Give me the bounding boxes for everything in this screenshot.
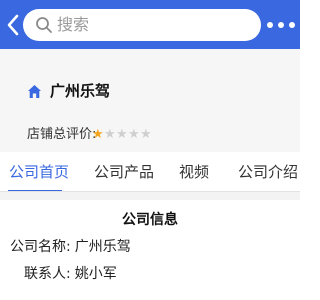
- star-icon: ★: [104, 127, 116, 142]
- info-value: 姚小军: [74, 266, 117, 282]
- more-dot: [289, 22, 295, 28]
- star-icon: ★: [92, 127, 104, 142]
- home-icon: [28, 85, 41, 98]
- tab-home[interactable]: 公司首页: [9, 162, 69, 182]
- info-row: 公司名称: 广州乐驾: [10, 237, 131, 257]
- search-input[interactable]: 搜索: [23, 9, 261, 41]
- info-value: 广州乐驾: [74, 239, 131, 255]
- shop-name: 广州乐驾: [50, 82, 111, 100]
- info-key: 公司名称:: [10, 239, 71, 255]
- star-icon: ★: [116, 127, 128, 142]
- tab-bar: 公司首页 公司产品 视频 公司介绍: [0, 152, 300, 192]
- tab-video[interactable]: 视频: [179, 162, 209, 182]
- shop-header: 广州乐驾 店铺总评价: ★ ★ ★ ★ ★: [0, 49, 300, 152]
- top-bar: 搜索: [0, 0, 300, 49]
- section-gap: [0, 192, 300, 200]
- more-dot: [267, 22, 273, 28]
- tab-products[interactable]: 公司产品: [94, 162, 154, 182]
- more-dot: [278, 22, 284, 28]
- search-icon: [36, 17, 52, 33]
- company-info-section: 公司信息 公司名称: 广州乐驾 联系人: 姚小军: [0, 200, 300, 300]
- more-button[interactable]: [267, 19, 295, 31]
- rating-label: 店铺总评价:: [27, 127, 97, 142]
- back-button[interactable]: [4, 13, 22, 37]
- info-key: 联系人:: [24, 266, 71, 282]
- star-icon: ★: [128, 127, 140, 142]
- tab-about[interactable]: 公司介绍: [238, 162, 298, 182]
- info-row: 联系人: 姚小军: [24, 264, 117, 284]
- chevron-left-icon: [7, 14, 19, 36]
- star-icon: ★: [140, 127, 152, 142]
- search-placeholder: 搜索: [57, 15, 90, 34]
- section-title: 公司信息: [122, 212, 178, 228]
